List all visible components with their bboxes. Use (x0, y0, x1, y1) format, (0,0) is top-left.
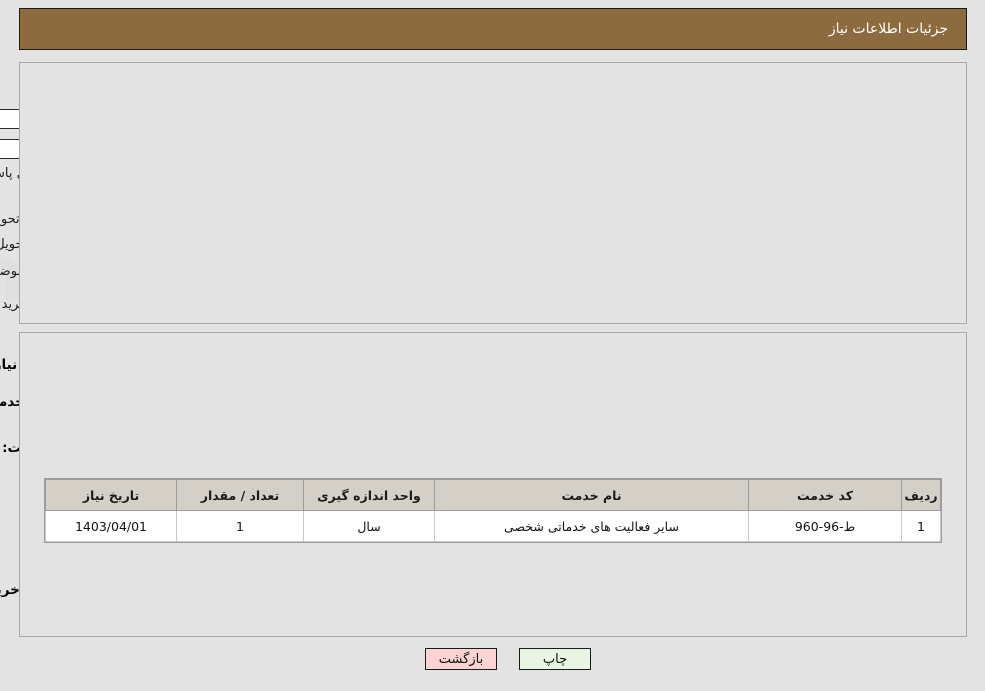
column-header-date: تاریخ نیاز (45, 479, 177, 511)
column-header-unit: واحد اندازه گیری (303, 479, 435, 511)
print-button[interactable]: چاپ (519, 648, 591, 670)
page-root: AnaTender.net جزئیات اطلاعات نیاز شماره … (0, 0, 985, 691)
column-header-code: کد خدمت (748, 479, 902, 511)
window-title-bar: جزئیات اطلاعات نیاز (19, 8, 967, 50)
column-header-index: ردیف (901, 479, 941, 511)
table-row[interactable]: 1 ط-96-960 سایر فعالیت های خدماتی شخصی س… (45, 510, 941, 542)
back-button[interactable]: بازگشت (425, 648, 497, 670)
cell-index: 1 (901, 510, 941, 542)
cell-date: 1403/04/01 (45, 510, 177, 542)
table-header-row: ردیف کد خدمت نام خدمت واحد اندازه گیری ت… (45, 479, 941, 511)
cell-code: ط-96-960 (748, 510, 902, 542)
column-header-name: نام خدمت (434, 479, 749, 511)
cell-unit: سال (303, 510, 435, 542)
services-table-wrapper: ردیف کد خدمت نام خدمت واحد اندازه گیری ت… (44, 478, 942, 543)
cell-name: سایر فعالیت های خدماتی شخصی (434, 510, 749, 542)
page-title: جزئیات اطلاعات نیاز (828, 21, 948, 37)
cell-quantity: 1 (176, 510, 304, 542)
column-header-quantity: تعداد / مقدار (176, 479, 304, 511)
services-table: ردیف کد خدمت نام خدمت واحد اندازه گیری ت… (45, 479, 941, 542)
need-info-panel (19, 62, 967, 324)
